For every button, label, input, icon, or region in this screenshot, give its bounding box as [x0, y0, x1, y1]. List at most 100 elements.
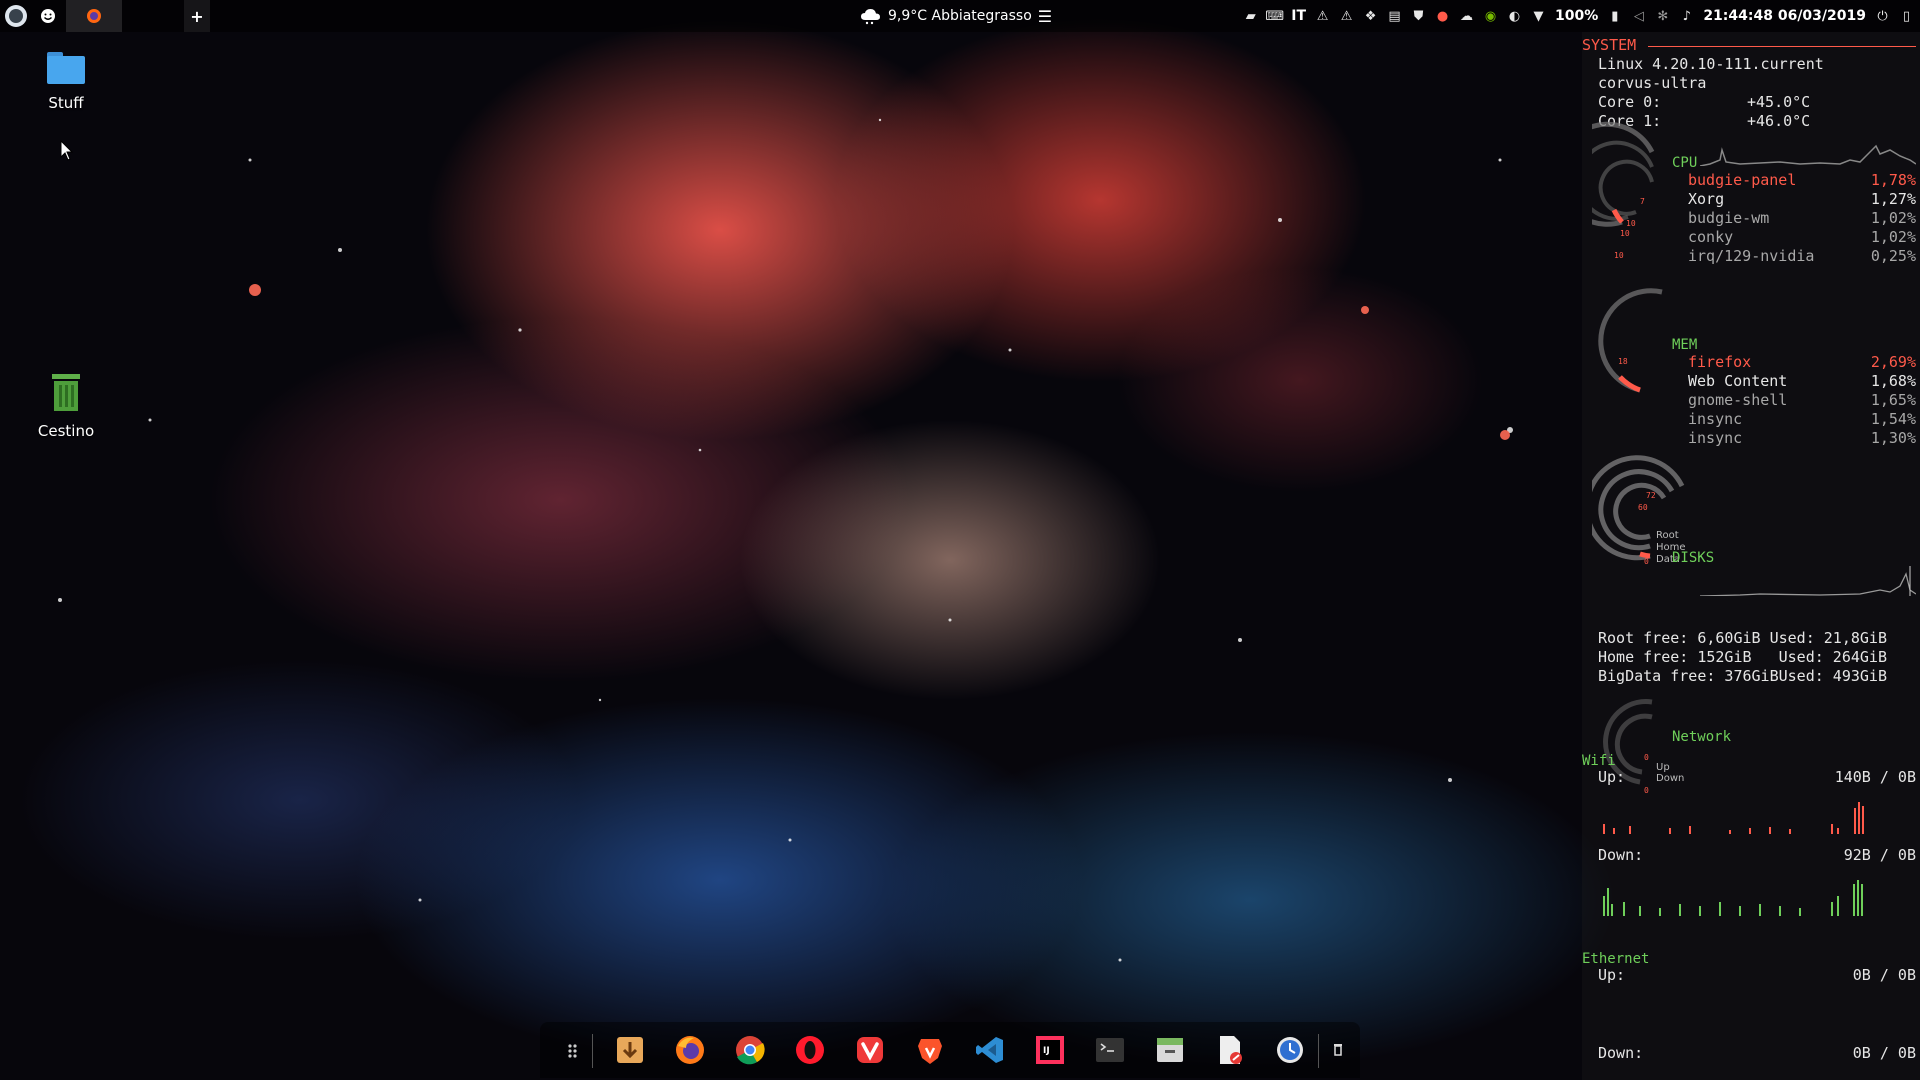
mem-process-value: 1,65% — [1870, 391, 1916, 409]
battery-icon[interactable]: ▮ — [1607, 9, 1622, 24]
dock: IJ — [540, 1022, 1360, 1078]
wifi-icon[interactable]: ▼ — [1531, 9, 1546, 24]
weather-cloud-icon — [861, 9, 880, 25]
dock-firefox[interactable] — [674, 1034, 706, 1066]
raven-panel-icon[interactable]: ▯ — [1899, 9, 1914, 24]
cpu-gauge-label: 7 — [1640, 197, 1645, 206]
warning-icon[interactable]: ⚠ — [1315, 9, 1330, 24]
cpu-process-value: 1,02% — [1870, 228, 1916, 246]
ethernet-down-value: 0B / 0B — [1852, 1044, 1916, 1062]
dock-document-viewer[interactable] — [1214, 1034, 1246, 1066]
cpu-process-value: 1,02% — [1870, 209, 1916, 227]
smiley-icon — [41, 9, 55, 23]
add-workspace-button[interactable]: + — [184, 0, 210, 32]
network-gauge-label: 0 — [1644, 753, 1649, 762]
system-header: SYSTEM — [1582, 36, 1637, 54]
taskbar-firefox[interactable] — [66, 0, 122, 32]
clipboard-icon[interactable]: ▤ — [1387, 9, 1402, 24]
keyboard-layout[interactable]: IT — [1291, 8, 1306, 24]
shield-icon[interactable]: ⛊ — [1411, 9, 1426, 24]
dock-clock-app[interactable] — [1274, 1034, 1306, 1066]
app-grid-icon — [568, 1044, 577, 1058]
mem-process-name: gnome-shell — [1688, 391, 1788, 409]
cpu-process-name: conky — [1688, 228, 1734, 246]
dock-terminal[interactable] — [1094, 1034, 1126, 1066]
chat-notification-icon[interactable]: ● — [1435, 9, 1450, 24]
firefox-icon — [676, 1036, 704, 1064]
dock-brave[interactable] — [914, 1034, 946, 1066]
notification-bell-icon[interactable]: ♪ — [1679, 9, 1694, 24]
mem-process-name: insync — [1688, 410, 1743, 428]
desktop-icon-stuff[interactable]: Stuff — [16, 48, 116, 112]
power-icon[interactable]: ⏻ — [1875, 9, 1890, 24]
trash-icon — [52, 374, 80, 411]
cpu-process-value: 1,27% — [1870, 190, 1916, 208]
clock[interactable]: 21:44:48 06/03/2019 — [1703, 8, 1866, 24]
trash-icon — [1334, 1044, 1342, 1056]
kernel-version: Linux 4.20.10-111.current — [1598, 55, 1824, 73]
disk-gauge-label: 0 — [1644, 557, 1649, 566]
chat-icon[interactable]: ▰ — [1243, 9, 1258, 24]
vivaldi-icon — [857, 1037, 883, 1063]
nvidia-icon[interactable]: ◉ — [1483, 9, 1498, 24]
firefox-icon — [87, 9, 101, 23]
intellij-icon: IJ — [1036, 1036, 1064, 1064]
bluetooth-off-icon[interactable]: ✻ — [1655, 9, 1670, 24]
brightness-icon[interactable]: ◐ — [1507, 9, 1522, 24]
budgie-menu-icon — [5, 5, 27, 27]
mem-process-name: insync — [1688, 429, 1743, 447]
desktop-icon-label: Stuff — [48, 94, 84, 112]
mem-gauge-label: 18 — [1618, 357, 1628, 366]
desktop-icon-trash[interactable]: Cestino — [16, 372, 116, 440]
disk-usage-line: Home free: 152GiB Used: 264GiB — [1598, 648, 1887, 666]
mouse-cursor-icon — [60, 140, 74, 161]
cpu-process-value: 0,25% — [1870, 247, 1916, 265]
brave-icon — [918, 1039, 942, 1064]
cpu-process-name: budgie-panel — [1688, 171, 1797, 189]
cpu-process-name: Xorg — [1688, 190, 1725, 208]
disk-gauge-name: Root — [1656, 530, 1679, 541]
cpu-header: CPU — [1672, 155, 1698, 171]
dock-intellij[interactable]: IJ — [1034, 1034, 1066, 1066]
keyboard-icon[interactable]: ⌨ — [1265, 9, 1284, 24]
ethernet-up-value: 0B / 0B — [1852, 966, 1916, 984]
mem-header: MEM — [1672, 337, 1698, 353]
mem-process-value: 2,69% — [1870, 353, 1916, 371]
hostname: corvus-ultra — [1598, 74, 1707, 92]
dock-vivaldi[interactable] — [854, 1034, 886, 1066]
wifi-up-value: 140B / 0B — [1834, 768, 1916, 786]
cpu-gauge-label: 10 — [1614, 251, 1624, 260]
weather-applet[interactable]: 9,9°C Abbiategrasso ☰ — [860, 0, 1052, 32]
network-gauge-name: Down — [1656, 773, 1684, 784]
desktop-icon-label: Cestino — [37, 422, 95, 440]
menu-button[interactable] — [0, 0, 32, 32]
cpu-process-name: budgie-wm — [1688, 209, 1770, 227]
dock-chrome[interactable] — [734, 1034, 766, 1066]
volume-icon[interactable]: ◁ — [1631, 9, 1646, 24]
chrome-icon — [736, 1036, 765, 1065]
dock-file-manager[interactable] — [1154, 1034, 1186, 1066]
dock-vscode[interactable] — [974, 1034, 1006, 1066]
dock-downloader[interactable] — [614, 1034, 646, 1066]
emoji-applet[interactable] — [32, 0, 64, 32]
dropbox-icon[interactable]: ❖ — [1363, 9, 1378, 24]
rain-cloud-icon[interactable]: ☁ — [1459, 9, 1474, 24]
dock-trash[interactable] — [1322, 1034, 1354, 1066]
wifi-download-graph — [1603, 880, 1863, 916]
dock-opera[interactable] — [794, 1034, 826, 1066]
dock-app-grid[interactable] — [558, 1034, 590, 1066]
dock-separator — [1318, 1034, 1319, 1068]
mem-process-value: 1,54% — [1870, 410, 1916, 428]
cpu-process-value: 1,78% — [1870, 171, 1916, 189]
battery-percentage[interactable]: 100% — [1555, 8, 1598, 24]
hamburger-menu-icon[interactable]: ☰ — [1038, 7, 1052, 26]
dock-separator — [592, 1034, 593, 1068]
svg-text:IJ: IJ — [1043, 1046, 1050, 1056]
ethernet-down-label: Down: — [1598, 1044, 1644, 1062]
ethernet-up-label: Up: — [1598, 966, 1626, 984]
mem-process-value: 1,68% — [1870, 372, 1916, 390]
opera-icon — [796, 1036, 824, 1064]
top-panel: + 9,9°C Abbiategrasso ☰ ▰ ⌨ IT ⚠ ⚠ ❖ ▤ ⛊… — [0, 0, 1920, 32]
warning-icon-2[interactable]: ⚠ — [1339, 9, 1354, 24]
mem-process-value: 1,30% — [1870, 429, 1916, 447]
